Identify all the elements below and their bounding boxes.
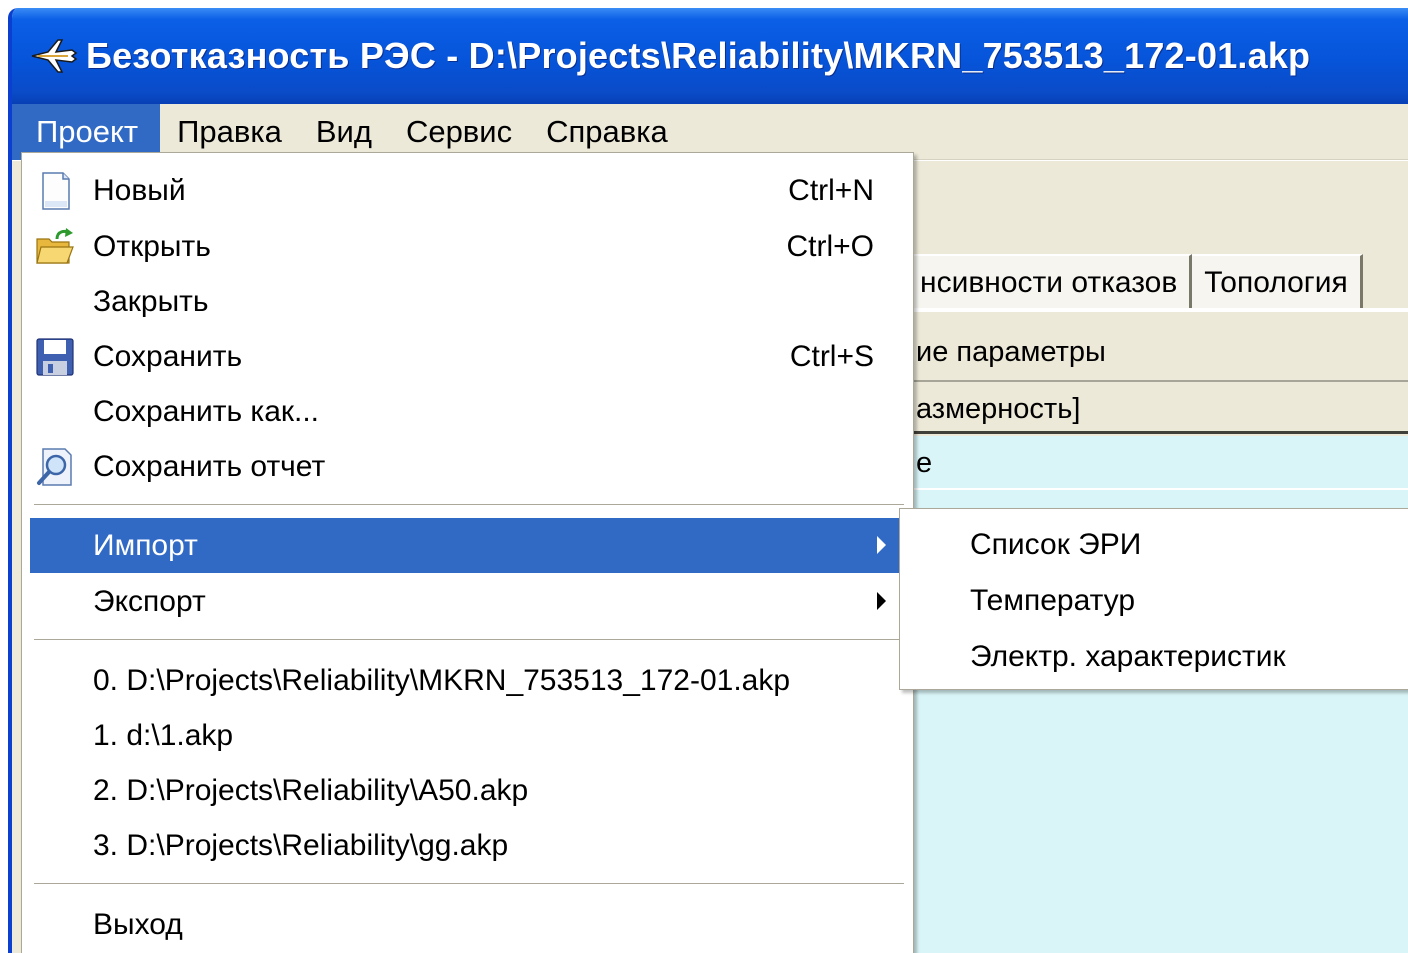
menu-item-label: Сохранить (93, 340, 243, 373)
recent-file-0[interactable]: 0. D:\Projects\Reliability\MKRN_753513_1… (30, 653, 900, 708)
title-bar[interactable]: Безотказность РЭС - D:\Projects\Reliabil… (12, 8, 1408, 104)
recent-file-3[interactable]: 3. D:\Projects\Reliability\gg.akp (30, 818, 900, 873)
recent-file-2[interactable]: 2. D:\Projects\Reliability\A50.akp (30, 763, 900, 818)
tab-failure-rates[interactable]: нсивности отказов (902, 254, 1193, 308)
tab-strip: нсивности отказов Топология (902, 254, 1363, 308)
menu-item-save-as[interactable]: Сохранить как... (30, 384, 900, 439)
submenu-arrow-icon (877, 592, 886, 610)
submenu-item-temperatures[interactable]: Температур (900, 573, 1408, 629)
menu-item-save-report[interactable]: Сохранить отчет (30, 439, 900, 494)
submenu-item-label: Температур (970, 584, 1136, 617)
menu-item-label: Экспорт (93, 585, 206, 618)
menu-item-open[interactable]: Открыть Ctrl+O (30, 219, 900, 274)
recent-file-path: 2. D:\Projects\Reliability\A50.akp (93, 774, 529, 807)
shortcut-label: Ctrl+O (786, 230, 874, 263)
floppy-disk-icon (36, 338, 74, 376)
menu-item-close[interactable]: Закрыть (30, 274, 900, 329)
menu-item-label: Новый (93, 174, 186, 207)
project-dropdown-menu: Новый Ctrl+N Открыть Ctrl+O Закрыть Сохр… (21, 152, 914, 953)
menu-separator (34, 639, 904, 641)
menu-item-label: Импорт (93, 529, 198, 562)
new-document-icon (42, 172, 70, 210)
table-row[interactable]: е (902, 436, 1408, 490)
report-preview-icon (37, 448, 72, 486)
tab-topology[interactable]: Топология (1192, 254, 1363, 308)
submenu-arrow-icon (877, 536, 886, 554)
recent-file-path: 1. d:\1.akp (93, 719, 234, 752)
shortcut-label: Ctrl+N (788, 174, 874, 207)
airplane-icon (31, 39, 78, 73)
menu-item-save[interactable]: Сохранить Ctrl+S (30, 329, 900, 384)
open-folder-icon (36, 228, 74, 264)
recent-file-path: 0. D:\Projects\Reliability\MKRN_753513_1… (93, 664, 791, 697)
menu-item-export[interactable]: Экспорт (30, 574, 900, 629)
recent-file-1[interactable]: 1. d:\1.akp (30, 708, 900, 763)
menu-item-import[interactable]: Импорт (30, 518, 900, 573)
submenu-item-component-list[interactable]: Список ЭРИ (900, 517, 1408, 573)
menu-item-label: Сохранить как... (93, 395, 320, 428)
menu-item-label: Выход (93, 908, 183, 941)
menu-separator (34, 883, 904, 885)
parameters-group-header[interactable]: ие параметры (902, 322, 1408, 382)
shortcut-label: Ctrl+S (789, 340, 874, 373)
column-header[interactable]: азмерность] (902, 384, 1408, 434)
submenu-item-electrical-characteristics[interactable]: Электр. характеристик (900, 629, 1408, 685)
menu-item-label: Открыть (93, 230, 211, 263)
submenu-item-label: Электр. характеристик (970, 640, 1286, 673)
submenu-item-label: Список ЭРИ (970, 528, 1142, 561)
recent-file-path: 3. D:\Projects\Reliability\gg.akp (93, 829, 509, 862)
menu-separator (34, 504, 904, 506)
menu-item-new[interactable]: Новый Ctrl+N (30, 163, 900, 218)
menu-item-exit[interactable]: Выход (30, 897, 900, 952)
tab-underline (902, 308, 1408, 312)
menu-item-label: Закрыть (93, 285, 209, 318)
menu-item-label: Сохранить отчет (93, 450, 326, 483)
import-submenu: Список ЭРИ Температур Электр. характерис… (899, 508, 1408, 690)
window-title: Безотказность РЭС - D:\Projects\Reliabil… (86, 35, 1311, 76)
